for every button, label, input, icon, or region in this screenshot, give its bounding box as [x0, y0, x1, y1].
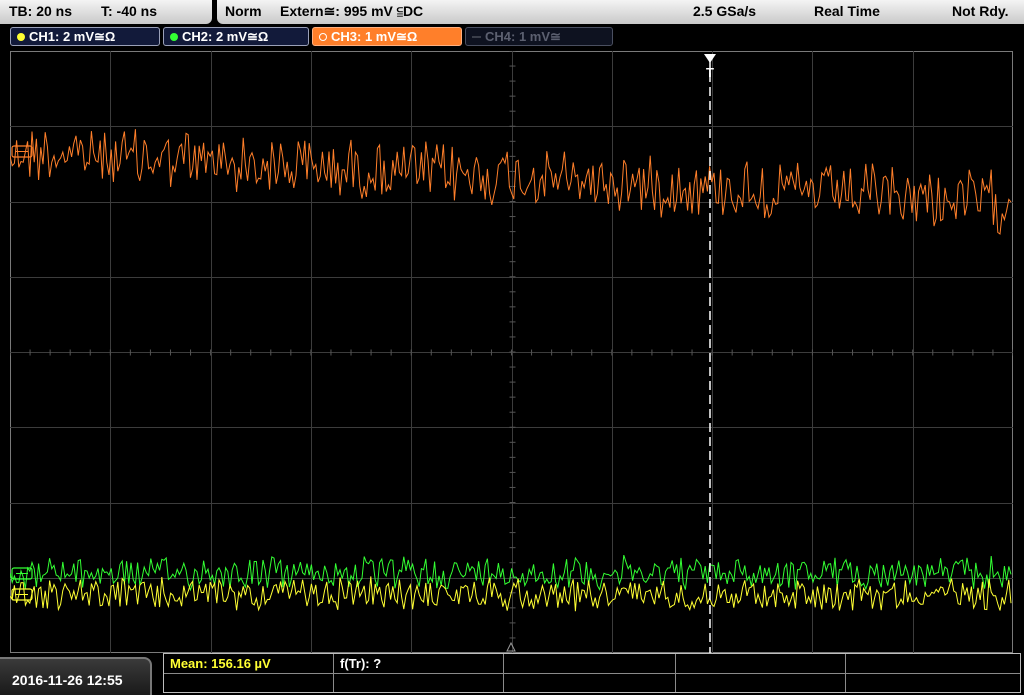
trigger-mode-readout[interactable]: Norm [225, 3, 262, 19]
graticule: T [10, 51, 1013, 653]
acquisition-mode-readout[interactable]: Real Time [814, 3, 880, 19]
ch1-indicator-icon [17, 33, 25, 41]
waveform-display[interactable]: T [10, 51, 1013, 653]
ch3-indicator-icon [319, 33, 327, 41]
tab-ch4[interactable]: CH4: 1 mV≅ [465, 27, 613, 46]
tab-ch1[interactable]: CH1: 2 mV≅Ω [10, 27, 160, 46]
ch1-label: CH1: 2 mV≅Ω [29, 29, 116, 44]
trigger-marker-label: T [706, 65, 714, 80]
ch2-indicator-icon [170, 33, 178, 41]
trigger-time-readout[interactable]: T: -40 ns [101, 3, 157, 19]
timebase-readout[interactable]: TB: 20 ns [9, 3, 72, 19]
sample-rate-readout[interactable]: 2.5 GSa/s [693, 3, 756, 19]
datetime-display: 2016-11-26 12:55 [0, 657, 152, 695]
datetime-text: 2016-11-26 12:55 [12, 672, 123, 688]
mean-measurement: Mean: 156.16 µV [170, 656, 271, 671]
ch2-label: CH2: 2 mV≅Ω [182, 29, 269, 44]
ch4-label: CH4: 1 mV≅ [485, 29, 561, 44]
ch3-label: CH3: 1 mV≅Ω [331, 29, 418, 44]
measurement-divider [164, 673, 1020, 674]
status-bar-right[interactable]: Norm Extern≅: 995 mV ⫅DC 2.5 GSa/s Real … [217, 0, 1024, 24]
ch4-indicator-icon [472, 36, 481, 38]
trigger-source-readout[interactable]: Extern≅: 995 mV ⫅DC [280, 3, 423, 20]
tab-ch2[interactable]: CH2: 2 mV≅Ω [163, 27, 309, 46]
acquisition-state-readout: Not Rdy. [952, 3, 1009, 19]
tab-ch3[interactable]: CH3: 1 mV≅Ω [312, 27, 462, 46]
measurement-bar[interactable]: Mean: 156.16 µV f(Tr): ? [163, 653, 1021, 693]
status-bar-left[interactable]: TB: 20 ns T: -40 ns [0, 0, 212, 24]
ftr-measurement: f(Tr): ? [340, 656, 382, 671]
